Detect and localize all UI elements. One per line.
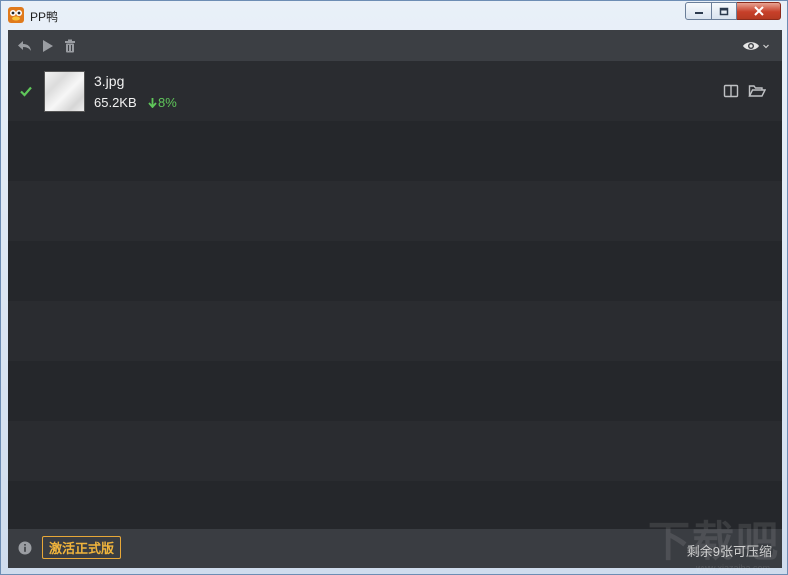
arrow-down-icon bbox=[148, 98, 157, 109]
file-list-item[interactable]: 3.jpg 65.2KB 8% bbox=[8, 61, 782, 121]
info-icon[interactable] bbox=[18, 541, 32, 555]
file-name: 3.jpg bbox=[94, 73, 125, 89]
open-folder-icon[interactable] bbox=[748, 83, 766, 99]
close-button[interactable] bbox=[737, 2, 781, 20]
list-row-stripe bbox=[8, 421, 782, 481]
activate-button[interactable]: 激活正式版 bbox=[42, 536, 122, 559]
image-thumbnail[interactable] bbox=[44, 71, 85, 112]
minimize-icon bbox=[694, 12, 703, 14]
file-list-background bbox=[8, 61, 782, 541]
window-controls bbox=[685, 2, 781, 21]
list-row-stripe bbox=[8, 241, 782, 301]
remaining-count-text: 剩余9张可压缩 bbox=[686, 544, 772, 559]
duck-app-icon bbox=[8, 7, 24, 23]
status-footer: 激活正式版 剩余9张可压缩 bbox=[8, 529, 782, 568]
trash-icon[interactable] bbox=[62, 38, 78, 54]
compression-saving: 8% bbox=[148, 95, 177, 110]
minimize-button[interactable] bbox=[685, 2, 712, 20]
list-row-stripe bbox=[8, 181, 782, 241]
title-bar[interactable]: PP鸭 bbox=[1, 1, 787, 29]
list-row-stripe bbox=[8, 301, 782, 361]
restore-icon bbox=[719, 7, 729, 15]
chevron-down-icon[interactable] bbox=[762, 38, 770, 54]
window-title: PP鸭 bbox=[30, 10, 59, 24]
list-row-stripe bbox=[8, 361, 782, 421]
close-icon bbox=[753, 6, 764, 16]
file-size: 65.2KB bbox=[94, 95, 137, 110]
main-content: 3.jpg 65.2KB 8% 激活正式版 剩余9张可压缩 bbox=[8, 30, 782, 568]
toolbar bbox=[8, 30, 782, 61]
list-row-stripe bbox=[8, 121, 782, 181]
undo-icon[interactable] bbox=[17, 38, 33, 54]
saving-percent: 8% bbox=[158, 95, 177, 110]
check-icon bbox=[20, 86, 32, 97]
app-window: PP鸭 3.jpg 65.2KB 8% 激活正式版 剩余9张可压缩 bbox=[0, 0, 788, 575]
compare-icon[interactable] bbox=[723, 83, 739, 99]
eye-icon[interactable] bbox=[742, 38, 760, 54]
restore-button[interactable] bbox=[712, 2, 737, 20]
play-icon[interactable] bbox=[40, 38, 56, 54]
